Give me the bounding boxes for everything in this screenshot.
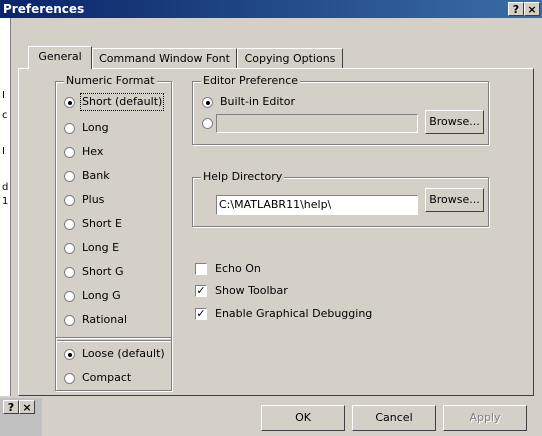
graphical-debugging-label: Enable Graphical Debugging — [215, 307, 373, 320]
radio-long-e[interactable] — [64, 243, 75, 254]
cancel-button[interactable]: Cancel — [352, 405, 436, 431]
help-button[interactable]: ? — [508, 2, 524, 16]
background-window-fragment: ? × — [0, 398, 42, 436]
ok-button[interactable]: OK — [261, 405, 345, 431]
show-toolbar-label: Show Toolbar — [215, 284, 288, 297]
help-browse-button[interactable]: Browse... — [425, 188, 484, 212]
radio-label-rational: Rational — [82, 313, 128, 326]
tab-label: General — [38, 50, 82, 63]
radio-compact[interactable] — [64, 373, 75, 384]
radio-rational[interactable] — [64, 315, 75, 326]
tab-general[interactable]: General — [28, 46, 92, 69]
background-glyph: 1 — [2, 196, 9, 207]
tab-label: Command Window Font — [99, 52, 230, 65]
radio-label-short-default: Short (default) — [79, 93, 165, 111]
radio-label-long-e: Long E — [82, 241, 120, 254]
background-glyph: I — [2, 90, 5, 101]
background-window-edge: I c Ⅰ d 1 — [0, 18, 11, 396]
radio-label-long: Long — [82, 121, 109, 134]
numeric-format-title: Numeric Format — [64, 74, 157, 88]
background-close-icon: × — [19, 400, 35, 414]
radio-short-default[interactable] — [64, 97, 75, 108]
radio-short-e[interactable] — [64, 219, 75, 230]
radio-builtin-editor[interactable] — [202, 97, 213, 108]
background-glyph: d — [2, 182, 9, 193]
help-directory-title: Help Directory — [201, 170, 285, 184]
editor-preference-title: Editor Preference — [201, 74, 301, 88]
radio-custom-editor[interactable] — [202, 118, 213, 129]
radio-hex[interactable] — [64, 147, 75, 158]
background-help-icon: ? — [3, 400, 19, 414]
close-button[interactable]: × — [524, 2, 540, 16]
background-glyph: Ⅰ — [2, 146, 5, 157]
echo-on-label: Echo On — [215, 262, 261, 275]
tab-label: Copying Options — [244, 52, 336, 65]
radio-plus[interactable] — [64, 195, 75, 206]
radio-label-compact: Compact — [82, 371, 132, 384]
window-title: Preferences — [3, 2, 85, 16]
radio-label-short-e: Short E — [82, 217, 122, 230]
help-directory-input[interactable]: C:\MATLABR11\help\ — [216, 195, 418, 215]
tab-command-window-font[interactable]: Command Window Font — [92, 48, 237, 68]
custom-editor-path-input[interactable] — [216, 114, 418, 133]
radio-long-g[interactable] — [64, 291, 75, 302]
radio-short-g[interactable] — [64, 267, 75, 278]
radio-label-short-g: Short G — [82, 265, 124, 278]
radio-label-long-g: Long G — [82, 289, 121, 302]
radio-long[interactable] — [64, 123, 75, 134]
radio-label-builtin-editor: Built-in Editor — [220, 95, 295, 108]
editor-browse-button[interactable]: Browse... — [425, 110, 484, 134]
background-glyph: c — [2, 110, 8, 121]
radio-label-plus: Plus — [82, 193, 105, 206]
title-bar[interactable]: Preferences ? × — [0, 0, 542, 18]
radio-bank[interactable] — [64, 171, 75, 182]
radio-label-hex: Hex — [82, 145, 104, 158]
radio-label-loose-default: Loose (default) — [82, 347, 165, 360]
echo-on-checkbox[interactable] — [195, 263, 207, 275]
radio-label-bank: Bank — [82, 169, 110, 182]
radio-loose-default[interactable] — [64, 349, 75, 360]
graphical-debugging-checkbox[interactable]: ✓ — [195, 308, 207, 320]
tab-copying-options[interactable]: Copying Options — [237, 48, 343, 68]
apply-button[interactable]: Apply — [443, 405, 527, 431]
show-toolbar-checkbox[interactable]: ✓ — [195, 285, 207, 297]
